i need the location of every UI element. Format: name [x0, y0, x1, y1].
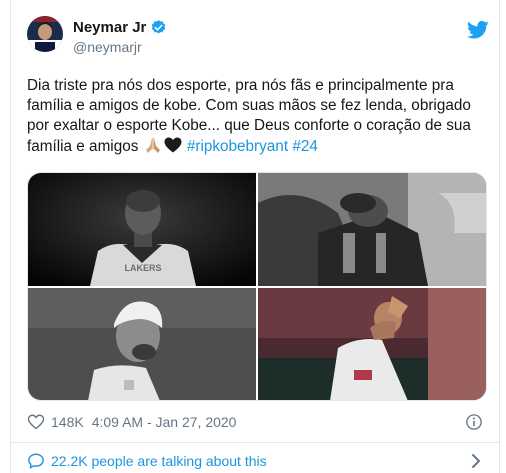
- photo-neymar-head-down[interactable]: [258, 173, 486, 286]
- speech-bubble-icon: [27, 452, 45, 470]
- tweet-card: Neymar Jr @neymarjr Dia triste pra nós d…: [10, 0, 500, 473]
- black-heart-emoji-icon: [163, 136, 183, 160]
- timestamp[interactable]: 4:09 AM - Jan 27, 2020: [92, 414, 237, 430]
- tweet-header: Neymar Jr @neymarjr: [27, 16, 489, 68]
- divider: [11, 442, 499, 443]
- verified-badge-icon: [150, 19, 167, 36]
- author-info: Neymar Jr @neymarjr: [73, 18, 167, 55]
- avatar[interactable]: [27, 16, 63, 52]
- handle[interactable]: @neymarjr: [73, 39, 167, 55]
- tweet-meta: 148K 4:09 AM - Jan 27, 2020: [27, 412, 483, 432]
- heart-icon[interactable]: [27, 413, 45, 431]
- photo-neymar-bleached-hair[interactable]: [28, 288, 256, 400]
- like-count[interactable]: 148K: [51, 414, 84, 430]
- praying-hands-emoji-icon: [143, 136, 163, 160]
- photo-kobe-portrait[interactable]: LAKERS: [28, 173, 256, 286]
- hashtag-24[interactable]: #24: [292, 138, 318, 155]
- conversation-link[interactable]: 22.2K people are talking about this: [27, 451, 483, 471]
- twitter-bird-icon[interactable]: [467, 20, 489, 40]
- info-icon[interactable]: [465, 413, 483, 431]
- jersey-text: LAKERS: [124, 263, 161, 273]
- display-name-row: Neymar Jr: [73, 18, 167, 36]
- display-name[interactable]: Neymar Jr: [73, 19, 146, 36]
- tweet-text: Dia triste pra nós dos esporte, pra nós …: [27, 76, 485, 160]
- conversation-text[interactable]: 22.2K people are talking about this: [51, 453, 267, 469]
- hashtag-ripkobebryant[interactable]: #ripkobebryant: [187, 138, 288, 155]
- chevron-right-icon[interactable]: [469, 453, 483, 469]
- media-grid: LAKERS: [27, 172, 487, 401]
- photo-neymar-gesture[interactable]: [258, 288, 486, 400]
